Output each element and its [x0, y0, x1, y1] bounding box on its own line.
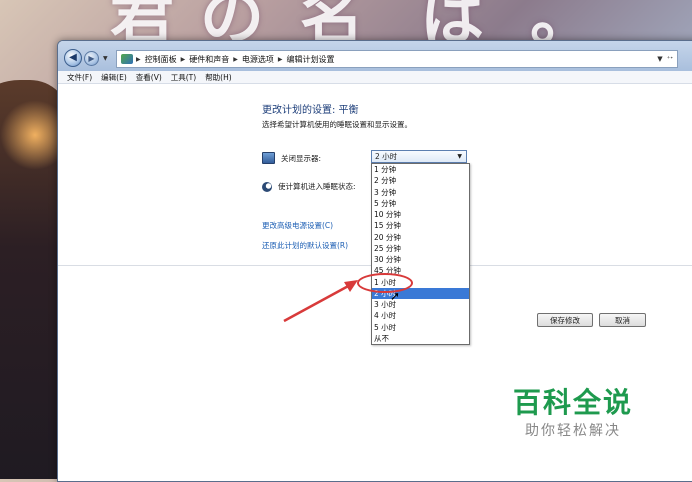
dropdown-option[interactable]: 10 分钟 — [372, 209, 469, 220]
restore-defaults-link[interactable]: 还原此计划的默认设置(R) — [262, 240, 348, 251]
save-button[interactable]: 保存修改 — [537, 313, 593, 327]
advanced-settings-link[interactable]: 更改高级电源设置(C) — [262, 220, 333, 231]
dropdown-option[interactable]: 从不 — [372, 333, 469, 344]
page-subtitle: 选择希望计算机使用的睡眠设置和显示设置。 — [262, 120, 412, 129]
dropdown-option[interactable]: 30 分钟 — [372, 254, 469, 265]
address-dropdown-icon[interactable]: ▼ — [657, 55, 662, 63]
forward-button[interactable]: ▶ — [84, 50, 99, 66]
display-off-value: 2 小时 — [375, 152, 398, 161]
menu-file[interactable]: 文件(F) — [67, 72, 92, 83]
watermark-subtitle: 助你轻松解决 — [525, 423, 621, 439]
display-off-row: 关闭显示器: — [262, 152, 321, 164]
recent-pages-icon[interactable]: ▼ — [103, 55, 108, 62]
mouse-cursor-icon: ➚ — [390, 289, 401, 303]
breadcrumb-hardware-sound[interactable]: 硬件和声音 — [189, 54, 229, 65]
address-bar[interactable]: ▶ 控制面板 ▶ 硬件和声音 ▶ 电源选项 ▶ 编辑计划设置 ▼ ⁺ᐩ — [116, 50, 678, 68]
back-button[interactable]: ◀ — [64, 49, 82, 67]
chevron-right-icon: ▶ — [136, 55, 141, 63]
control-panel-icon — [121, 54, 133, 64]
window-frame: ◀ ▶ ▼ ▶ 控制面板 ▶ 硬件和声音 ▶ 电源选项 ▶ 编辑计划设置 ▼ ⁺… — [58, 41, 692, 71]
monitor-icon — [262, 152, 275, 164]
breadcrumb-edit-plan[interactable]: 编辑计划设置 — [287, 54, 335, 65]
dropdown-option[interactable]: 4 小时 — [372, 310, 469, 321]
dropdown-option[interactable]: 20 分钟 — [372, 232, 469, 243]
menu-help[interactable]: 帮助(H) — [205, 72, 232, 83]
dropdown-option[interactable]: 1 分钟 — [372, 164, 469, 175]
display-off-dropdown-list: 1 分钟 2 分钟 3 分钟 5 分钟 10 分钟 15 分钟 20 分钟 25 分钟 30 分… — [371, 163, 470, 345]
chevron-down-icon: ▼ — [457, 153, 462, 160]
display-off-select[interactable]: 2 小时 ▼ — [371, 150, 467, 163]
sleep-label: 使计算机进入睡眠状态: — [278, 182, 356, 191]
dropdown-option[interactable]: 3 分钟 — [372, 187, 469, 198]
menu-tools[interactable]: 工具(T) — [171, 72, 196, 83]
dropdown-option[interactable]: 3 小时 — [372, 299, 469, 310]
menu-bar: 文件(F) 编辑(E) 查看(V) 工具(T) 帮助(H) — [58, 71, 692, 84]
refresh-icon[interactable]: ⁺ᐩ — [667, 55, 673, 63]
display-off-label: 关闭显示器: — [281, 153, 322, 163]
chevron-right-icon: ▶ — [277, 55, 283, 63]
chevron-right-icon: ▶ — [180, 55, 186, 63]
breadcrumb-power-options[interactable]: 电源选项 — [242, 54, 274, 65]
red-arrow-icon — [283, 280, 358, 323]
sleep-row: 使计算机进入睡眠状态: — [262, 181, 356, 192]
address-bar-controls: ▼ ⁺ᐩ — [657, 55, 677, 63]
menu-view[interactable]: 查看(V) — [136, 72, 162, 83]
breadcrumb-control-panel[interactable]: 控制面板 — [145, 54, 177, 65]
cancel-button[interactable]: 取消 — [599, 313, 646, 327]
navigation-buttons: ◀ ▶ ▼ — [64, 49, 108, 67]
dropdown-option[interactable]: 25 分钟 — [372, 243, 469, 254]
chevron-right-icon: ▶ — [233, 55, 238, 63]
dropdown-option[interactable]: 15 分钟 — [372, 220, 469, 231]
page-title: 更改计划的设置: 平衡 — [262, 105, 359, 116]
watermark-title: 百科全说 — [513, 386, 634, 419]
dropdown-option[interactable]: 5 小时 — [372, 322, 469, 333]
dropdown-option[interactable]: 5 分钟 — [372, 198, 469, 209]
sleep-moon-icon — [262, 181, 272, 192]
watermark: 百科全说 助你轻松解决 — [513, 386, 633, 440]
menu-edit[interactable]: 编辑(E) — [101, 72, 127, 83]
dropdown-option[interactable]: 2 分钟 — [372, 175, 469, 186]
